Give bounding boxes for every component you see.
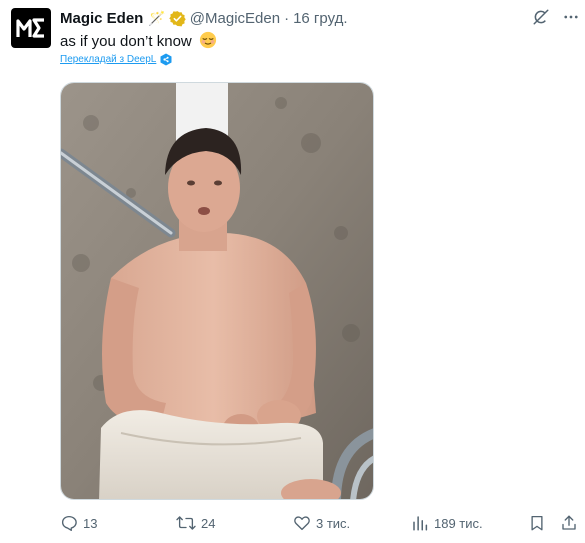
reply-icon [61,515,77,532]
bookmark-button[interactable] [528,512,551,534]
reply-count: 13 [83,515,98,531]
retweet-icon [176,516,196,530]
tweet-photo[interactable] [60,82,374,500]
magic-wand-emoji: 🪄 [148,9,166,26]
verified-badge-icon[interactable] [169,10,186,27]
views-button[interactable]: 189 тис. [411,512,483,534]
tweet-actions: 13 24 3 тис. 189 тис. [60,512,585,534]
more-options-icon[interactable] [560,6,582,28]
tweet-card[interactable]: Magic Eden 🪄 @MagicEden · 16 груд. as if… [0,0,585,543]
magic-eden-logo-icon [16,18,44,38]
reply-button[interactable]: 13 [60,512,97,534]
bookmark-icon [531,515,543,531]
like-count: 3 тис. [316,515,351,531]
tweet-date[interactable]: 16 груд. [293,10,347,27]
share-icon [562,515,576,530]
avatar[interactable] [11,8,51,48]
views-count: 189 тис. [434,515,483,531]
retweet-count: 24 [201,515,216,531]
like-button[interactable]: 3 тис. [293,512,350,534]
retweet-button[interactable]: 24 [176,512,215,534]
share-button[interactable] [560,512,583,534]
relieved-face-emoji-icon [199,31,217,55]
tweet-text: as if you don’t know [60,31,217,55]
author-name[interactable]: Magic Eden [60,10,143,27]
translate-link[interactable]: Перекладай з DeepL [60,53,172,66]
translate-label[interactable]: Перекладай з DeepL [60,54,156,65]
separator-dot: · [284,9,290,27]
tweet-header: Magic Eden 🪄 @MagicEden · 16 груд. [60,8,348,28]
tweet-text-content: as if you don’t know [60,33,192,50]
grok-icon[interactable] [530,6,552,28]
deepl-logo-icon [160,53,172,66]
author-handle[interactable]: @MagicEden [190,10,280,27]
heart-icon [294,516,310,531]
views-icon [413,516,428,531]
